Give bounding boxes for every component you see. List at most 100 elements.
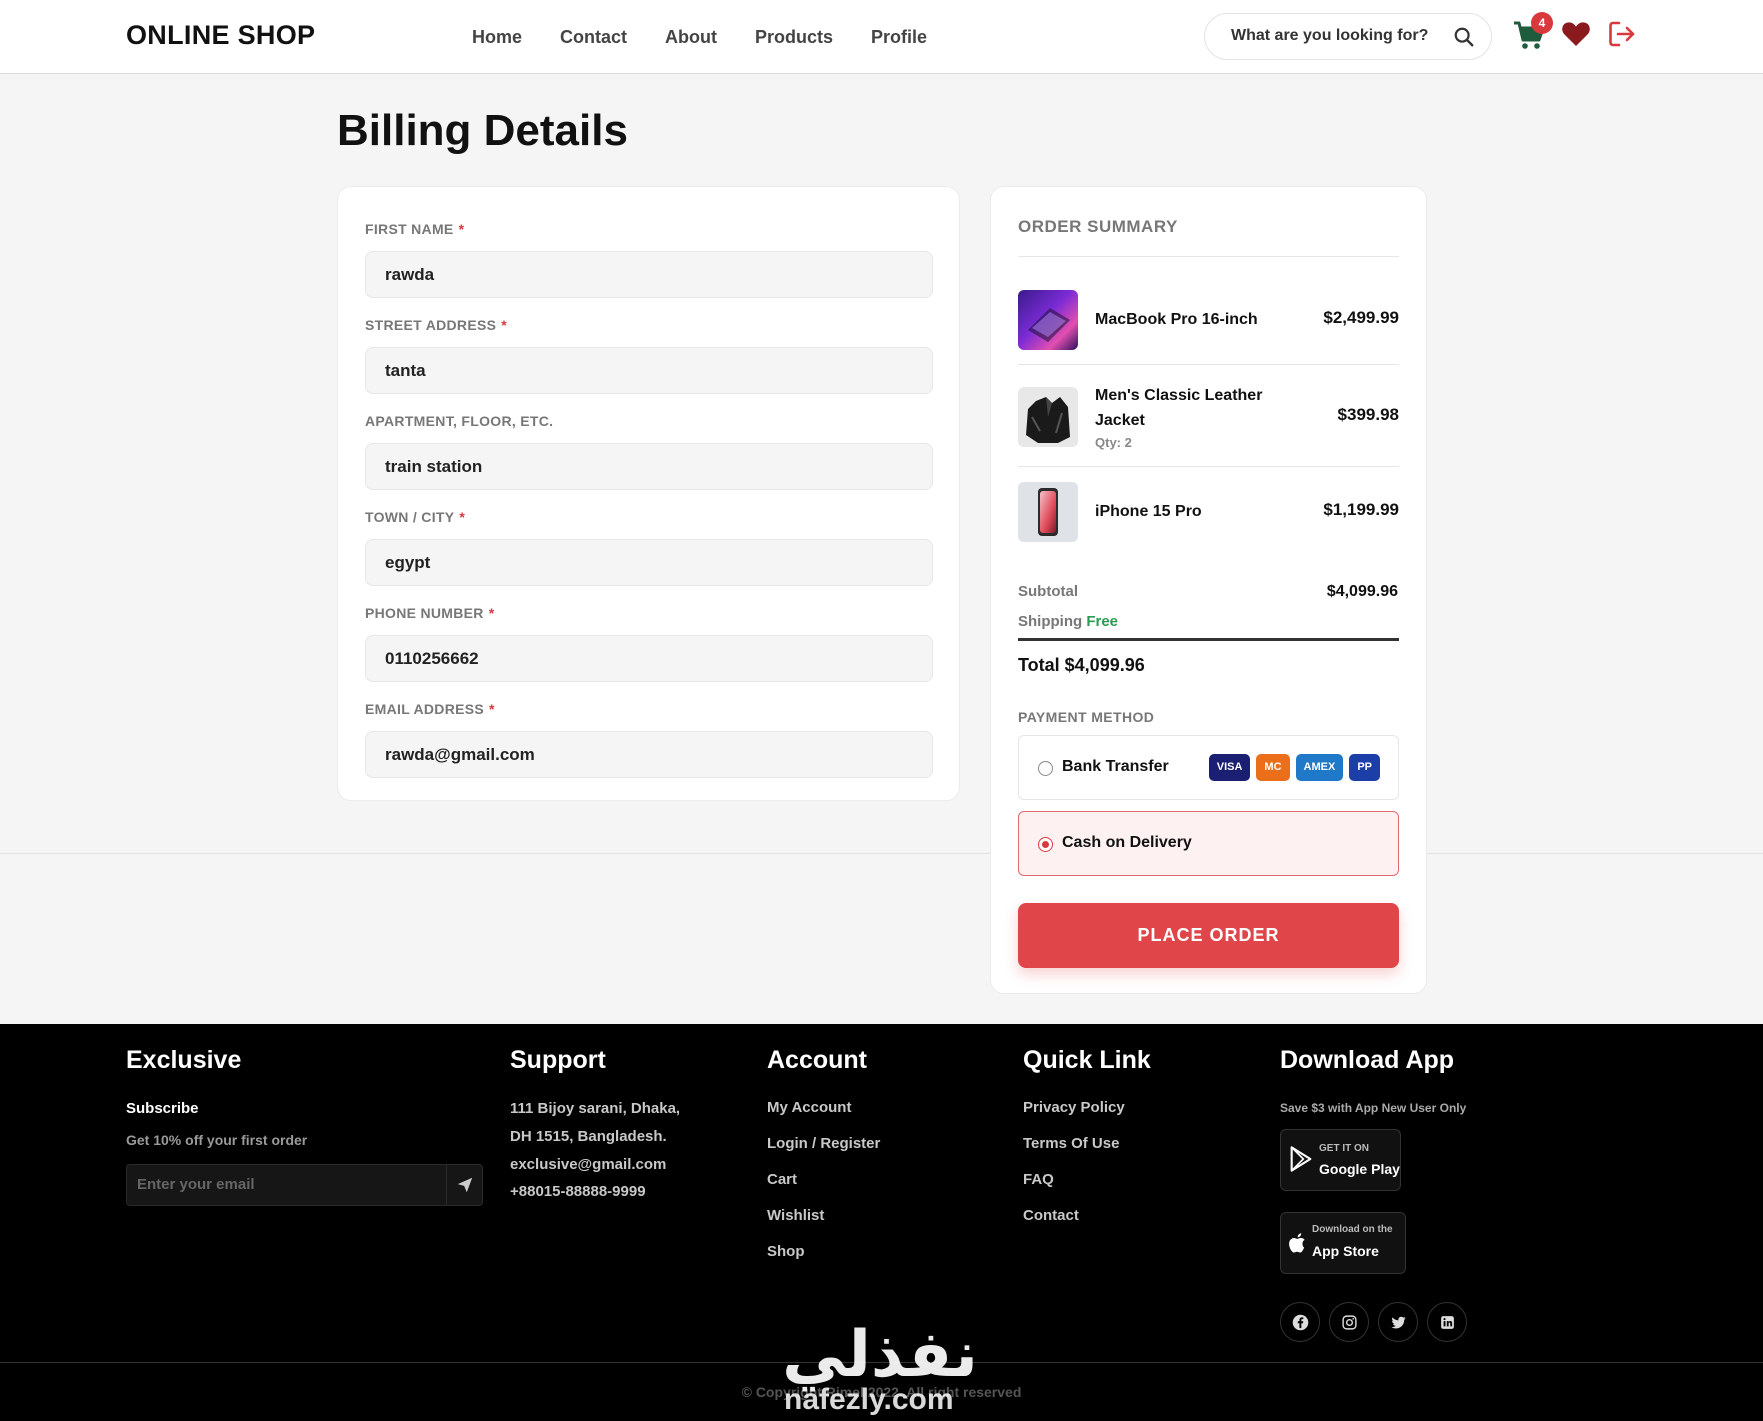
billing-form: FIRST NAME * rawda STREET ADDRESS * tanta …	[337, 186, 960, 801]
nav-products[interactable]: Products	[755, 27, 833, 48]
search-icon[interactable]	[1453, 26, 1475, 48]
visa-icon: VISA	[1208, 754, 1251, 781]
apartment-label-text: APARTMENT, FLOOR, ETC.	[365, 413, 554, 429]
nav-contact[interactable]: Contact	[560, 27, 627, 48]
facebook-icon	[1292, 1314, 1309, 1331]
order-summary: ORDER SUMMARY MacBook Pro 16-inch $2,499…	[990, 186, 1427, 994]
town-city-label: TOWN / CITY *	[365, 509, 933, 527]
top-header: ONLINE SHOP Home Contact About Products …	[0, 0, 1763, 74]
link-privacy-policy[interactable]: Privacy Policy	[1023, 1099, 1125, 1116]
iphone-thumbnail	[1018, 482, 1078, 542]
link-login-register[interactable]: Login / Register	[767, 1135, 880, 1152]
item-name-line2: Jacket	[1095, 412, 1145, 429]
shipping-value: Free	[1086, 613, 1119, 630]
place-order-button[interactable]: PLACE ORDER	[1018, 903, 1399, 968]
shipping-row: Shipping Free	[1018, 613, 1118, 630]
macbook-thumbnail	[1018, 290, 1078, 350]
subscribe-label: Subscribe	[126, 1100, 199, 1117]
newsletter-form	[126, 1164, 483, 1206]
facebook-button[interactable]	[1280, 1302, 1320, 1342]
search-bar	[1204, 13, 1492, 60]
section-divider	[0, 853, 1763, 854]
item-name-line1: Men's Classic Leather	[1095, 387, 1263, 404]
newsletter-email-input[interactable]	[137, 1176, 437, 1193]
mastercard-icon: MC	[1256, 754, 1290, 781]
order-item-jacket: Men's Classic Leather Jacket Qty: 2 $399.…	[1018, 385, 1399, 451]
phone-number-input[interactable]: 0110256662	[365, 635, 933, 682]
google-play-button[interactable]: GET IT ON Google Play	[1280, 1129, 1401, 1191]
apartment-label: APARTMENT, FLOOR, ETC.	[365, 413, 933, 431]
nav-home[interactable]: Home	[472, 27, 522, 48]
cash-on-delivery-label: Cash on Delivery	[1062, 834, 1192, 851]
town-city-input[interactable]: egypt	[365, 539, 933, 586]
support-email[interactable]: exclusive@gmail.com	[510, 1156, 666, 1173]
logo[interactable]: ONLINE SHOP	[126, 20, 315, 51]
subscribe-offer: Get 10% off your first order	[126, 1132, 308, 1148]
subtotal-label: Subtotal	[1018, 583, 1078, 600]
order-total: Total $4,099.96	[1018, 655, 1145, 675]
app-store-button[interactable]: Download on the App Store	[1280, 1212, 1406, 1274]
footer-account-title: Account	[767, 1046, 867, 1074]
town-city-field: TOWN / CITY * egypt	[365, 509, 933, 586]
paypal-icon: PP	[1349, 754, 1380, 781]
nav-about[interactable]: About	[665, 27, 717, 48]
cash-on-delivery-radio[interactable]	[1038, 837, 1053, 852]
payment-option-bank-transfer[interactable]: Bank Transfer VISA MC AMEX PP	[1018, 735, 1399, 800]
wishlist-heart-icon[interactable]	[1561, 20, 1591, 48]
twitter-icon	[1391, 1316, 1406, 1329]
link-my-account[interactable]: My Account	[767, 1099, 851, 1116]
footer-download-title: Download App	[1280, 1046, 1455, 1074]
twitter-button[interactable]	[1378, 1302, 1418, 1342]
email-address-label: EMAIL ADDRESS *	[365, 701, 933, 719]
nav-profile[interactable]: Profile	[871, 27, 927, 48]
first-name-field: FIRST NAME * rawda	[365, 221, 933, 298]
amex-icon: AMEX	[1295, 754, 1344, 781]
support-address-1: 111 Bijoy sarani, Dhaka,	[510, 1100, 681, 1117]
payment-method-title: PAYMENT METHOD	[1018, 709, 1155, 725]
total-divider	[1018, 638, 1399, 641]
item-price: $1,199.99	[1323, 500, 1399, 519]
phone-number-field: PHONE NUMBER * 0110256662	[365, 605, 933, 682]
link-terms-of-use[interactable]: Terms Of Use	[1023, 1135, 1119, 1152]
street-address-label: STREET ADDRESS *	[365, 317, 933, 335]
apple-icon	[1289, 1233, 1305, 1253]
jacket-thumbnail	[1018, 387, 1078, 447]
instagram-icon	[1342, 1315, 1357, 1330]
logout-icon[interactable]	[1607, 19, 1637, 49]
divider	[1018, 364, 1399, 365]
instagram-button[interactable]	[1329, 1302, 1369, 1342]
link-contact[interactable]: Contact	[1023, 1207, 1079, 1224]
app-store-small: Download on the	[1312, 1224, 1393, 1235]
search-input[interactable]	[1231, 27, 1441, 45]
link-faq[interactable]: FAQ	[1023, 1171, 1054, 1188]
download-note: Save $3 with App New User Only	[1280, 1101, 1467, 1115]
phone-number-label: PHONE NUMBER *	[365, 605, 933, 623]
bank-transfer-radio[interactable]	[1038, 761, 1053, 776]
link-cart[interactable]: Cart	[767, 1171, 797, 1188]
street-address-field: STREET ADDRESS * tanta	[365, 317, 933, 394]
apartment-input[interactable]: train station	[365, 443, 933, 490]
main-nav: Home Contact About Products Profile	[472, 27, 927, 48]
payment-option-cash-on-delivery[interactable]: Cash on Delivery	[1018, 811, 1399, 876]
link-shop[interactable]: Shop	[767, 1243, 805, 1260]
cart-count-badge: 4	[1531, 12, 1553, 34]
email-address-field: EMAIL ADDRESS * rawda@gmail.com	[365, 701, 933, 778]
google-play-icon	[1290, 1146, 1312, 1172]
footer-exclusive-title: Exclusive	[126, 1046, 242, 1074]
first-name-input[interactable]: rawda	[365, 251, 933, 298]
email-address-input[interactable]: rawda@gmail.com	[365, 731, 933, 778]
street-address-input[interactable]: tanta	[365, 347, 933, 394]
footer-quick-link-title: Quick Link	[1023, 1046, 1151, 1074]
bank-transfer-label: Bank Transfer	[1062, 758, 1169, 775]
link-wishlist[interactable]: Wishlist	[767, 1207, 824, 1224]
support-phone[interactable]: +88015-88888-9999	[510, 1183, 646, 1200]
divider	[1018, 256, 1399, 257]
item-name: Men's Classic Leather Jacket	[1095, 383, 1262, 433]
apartment-field: APARTMENT, FLOOR, ETC. train station	[365, 413, 933, 490]
watermark-latin-text: nafezly.com	[784, 1383, 954, 1416]
first-name-label-text: FIRST NAME	[365, 221, 454, 237]
card-logos: VISA MC AMEX PP	[1208, 754, 1380, 781]
order-item-iphone: iPhone 15 Pro $1,199.99	[1018, 482, 1399, 542]
send-button[interactable]	[446, 1165, 482, 1205]
linkedin-button[interactable]	[1427, 1302, 1467, 1342]
